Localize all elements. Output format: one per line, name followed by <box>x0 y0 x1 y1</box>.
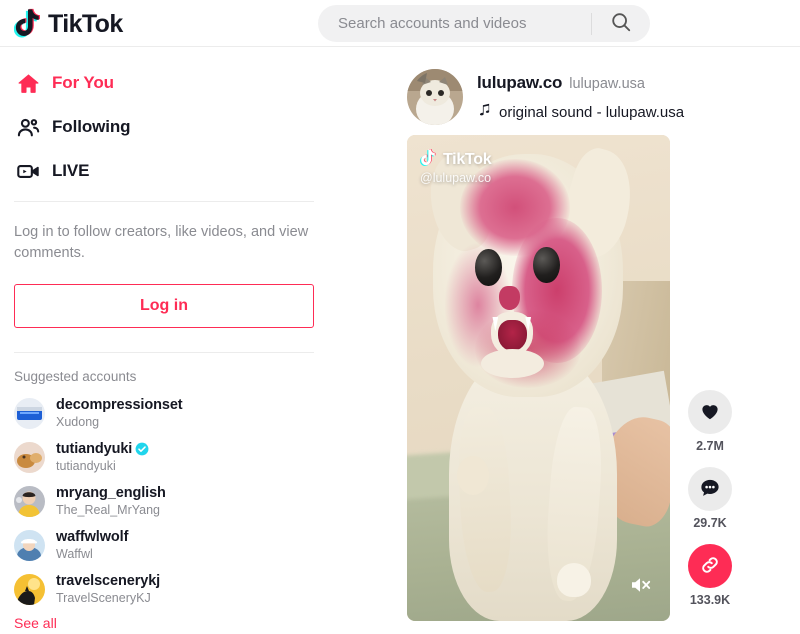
sidebar-item-for-you[interactable]: For You <box>14 65 356 101</box>
avatar <box>14 397 45 429</box>
sidebar-item-label: Following <box>52 117 131 136</box>
like-button[interactable] <box>688 390 732 434</box>
sidebar-divider-bottom <box>14 352 314 354</box>
speaker-muted-icon <box>630 575 654 600</box>
people-icon <box>14 113 42 141</box>
post-username[interactable]: lulupaw.co <box>477 73 562 93</box>
comment-action: 29.7K <box>688 467 732 540</box>
sidebar-item-label: LIVE <box>52 161 90 180</box>
account-nickname: Waffwl <box>56 546 93 561</box>
suggested-accounts-title: Suggested accounts <box>14 369 137 385</box>
account-username: travelscenerykj <box>56 572 160 590</box>
sidebar-item-following[interactable]: Following <box>14 109 356 145</box>
avatar <box>14 529 45 561</box>
list-item[interactable]: waffwlwolf Waffwl <box>14 525 356 565</box>
comment-button[interactable] <box>688 467 732 511</box>
like-action: 2.7M <box>688 390 732 463</box>
post-nickname: lulupaw.usa <box>569 76 645 92</box>
login-button[interactable]: Log in <box>14 284 314 329</box>
account-username: tutiandyuki <box>56 440 149 458</box>
video-action-bar: 2.7M 29.7K 133.9K <box>688 390 732 621</box>
home-icon <box>14 69 42 97</box>
sidebar-item-live[interactable]: LIVE <box>14 153 356 189</box>
account-nickname: The_Real_MrYang <box>56 502 160 517</box>
avatar <box>14 441 45 473</box>
tiktok-logo[interactable]: TikTok <box>13 7 123 39</box>
sidebar: For You Following LIVE Log in to follow … <box>0 47 356 634</box>
account-nickname: TravelSceneryKJ <box>56 590 151 605</box>
post-sound[interactable]: original sound - lulupaw.usa <box>477 102 684 123</box>
sidebar-item-label: For You <box>52 73 114 92</box>
account-username: decompressionset <box>56 396 183 414</box>
account-username-text: travelscenerykj <box>56 572 161 589</box>
link-icon <box>698 553 722 580</box>
search-icon <box>610 11 632 36</box>
music-note-icon <box>477 102 492 123</box>
video-player[interactable]: TikTok @lulupaw.co <box>407 135 670 621</box>
share-action: 133.9K <box>688 544 732 617</box>
comment-count: 29.7K <box>693 516 727 530</box>
search-input[interactable] <box>318 15 591 32</box>
see-all-link[interactable]: See all <box>14 615 356 631</box>
post-header: lulupaw.co lulupaw.usa original sound - … <box>356 69 800 125</box>
account-username: waffwlwolf <box>56 528 128 546</box>
app-header: TikTok <box>0 0 800 47</box>
tiktok-wordmark: TikTok <box>48 9 123 38</box>
sidebar-divider-top <box>14 201 314 202</box>
list-item[interactable]: mryang_english The_Real_MrYang <box>14 481 356 521</box>
like-count: 2.7M <box>696 439 724 453</box>
list-item[interactable]: travelscenerykj TravelSceneryKJ <box>14 569 356 609</box>
account-username-text: waffwlwolf <box>56 528 129 545</box>
login-prompt-text: Log in to follow creators, like videos, … <box>14 224 309 262</box>
account-nickname: tutiandyuki <box>56 458 116 473</box>
list-item[interactable]: decompressionset Xudong <box>14 393 356 433</box>
mute-toggle-button[interactable] <box>630 575 654 599</box>
live-video-icon <box>14 157 42 185</box>
account-username-text: decompressionset <box>56 396 183 413</box>
tiktok-note-icon <box>13 7 44 39</box>
list-item[interactable]: tutiandyuki tutiandyuki <box>14 437 356 477</box>
avatar <box>14 573 45 605</box>
video-feed: lulupaw.co lulupaw.usa original sound - … <box>356 47 800 634</box>
avatar <box>14 485 45 517</box>
avatar[interactable] <box>407 69 463 125</box>
post-sound-label: original sound - lulupaw.usa <box>499 104 685 121</box>
share-button[interactable] <box>688 544 732 588</box>
account-username: mryang_english <box>56 484 166 502</box>
account-username-text: tutiandyuki <box>56 440 133 457</box>
search-button[interactable] <box>592 5 650 42</box>
heart-icon <box>699 400 721 425</box>
video-frame-image <box>407 135 670 621</box>
comment-icon <box>699 477 721 502</box>
search-bar[interactable] <box>318 5 650 42</box>
verified-badge-icon <box>135 442 149 456</box>
share-count: 133.9K <box>689 593 731 607</box>
account-nickname: Xudong <box>56 414 100 429</box>
account-username-text: mryang_english <box>56 484 166 501</box>
